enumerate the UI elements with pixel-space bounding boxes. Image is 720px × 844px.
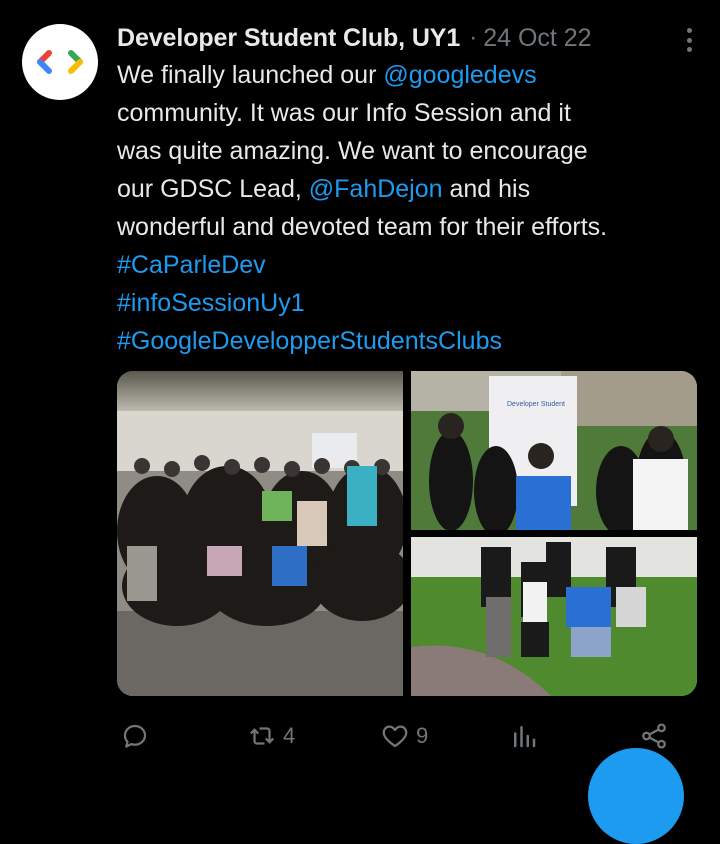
reply-icon — [123, 724, 147, 748]
tweet-text-segment: We finally launched our — [117, 61, 384, 89]
mention-link[interactable]: @googledevs — [383, 61, 536, 89]
retweet-count: 4 — [283, 723, 296, 748]
tweet-text-line: #infoSessionUy1 — [117, 284, 712, 322]
media-photo-group[interactable] — [117, 371, 403, 696]
retweet-icon — [249, 727, 275, 745]
tweet-actions: 4 9 — [117, 716, 677, 756]
tweet-header: Developer Student Club, UY1 · 24 Oct 22 — [117, 20, 707, 56]
header-separator: · — [469, 24, 478, 51]
tweet-text-segment: was quite amazing. We want to encourage — [117, 137, 588, 165]
tweet-text-line: was quite amazing. We want to encourage — [117, 132, 712, 170]
heart-icon — [382, 725, 408, 748]
tweet-card[interactable]: Developer Student Club, UY1 · 24 Oct 22 … — [0, 0, 720, 844]
tweet-text-segment: and his — [442, 175, 531, 203]
more-options-icon[interactable] — [684, 28, 694, 52]
compose-button[interactable] — [588, 748, 684, 844]
hashtag-link[interactable]: #infoSessionUy1 — [117, 289, 305, 317]
like-button[interactable]: 9 — [380, 716, 428, 756]
media-photo-banner[interactable]: Developer Student — [411, 371, 697, 530]
tweet-text-segment: our GDSC Lead, — [117, 175, 309, 203]
tweet-text-line: #GoogleDevelopperStudentsClubs — [117, 322, 712, 360]
tweet-text-line: We finally launched our @googledevs — [117, 56, 712, 94]
tweet-text-line: wonderful and devoted team for their eff… — [117, 208, 712, 246]
tweet-text-segment: wonderful and devoted team for their eff… — [117, 213, 608, 241]
views-button[interactable] — [509, 716, 539, 756]
tweet-text-segment: community. It was our Info Session and i… — [117, 99, 571, 127]
media-photo-jumping[interactable] — [411, 537, 697, 696]
jumping-photo-icon — [411, 537, 697, 696]
tweet-text-line: #CaParleDev — [117, 246, 712, 284]
avatar[interactable] — [22, 24, 98, 100]
like-count: 9 — [416, 723, 429, 748]
tweet-text-line: our GDSC Lead, @FahDejon and his — [117, 170, 712, 208]
hashtag-link[interactable]: #GoogleDevelopperStudentsClubs — [117, 327, 502, 355]
gdsc-logo-icon — [37, 50, 83, 74]
banner-photo-icon: Developer Student — [411, 371, 697, 530]
tweet-date[interactable]: 24 Oct 22 — [483, 24, 591, 53]
svg-text:Developer Student: Developer Student — [507, 401, 565, 408]
retweet-button[interactable]: 4 — [247, 716, 295, 756]
hashtag-link[interactable]: #CaParleDev — [117, 251, 266, 279]
analytics-icon — [514, 726, 536, 748]
group-photo-icon — [117, 371, 403, 696]
mention-link[interactable]: @FahDejon — [309, 175, 443, 203]
tweet-text-line: community. It was our Info Session and i… — [117, 94, 712, 132]
tweet-text: We finally launched our @googledevs commu… — [117, 56, 712, 360]
reply-button[interactable] — [120, 716, 150, 756]
share-icon — [642, 723, 666, 749]
author-name[interactable]: Developer Student Club, UY1 — [117, 24, 460, 53]
